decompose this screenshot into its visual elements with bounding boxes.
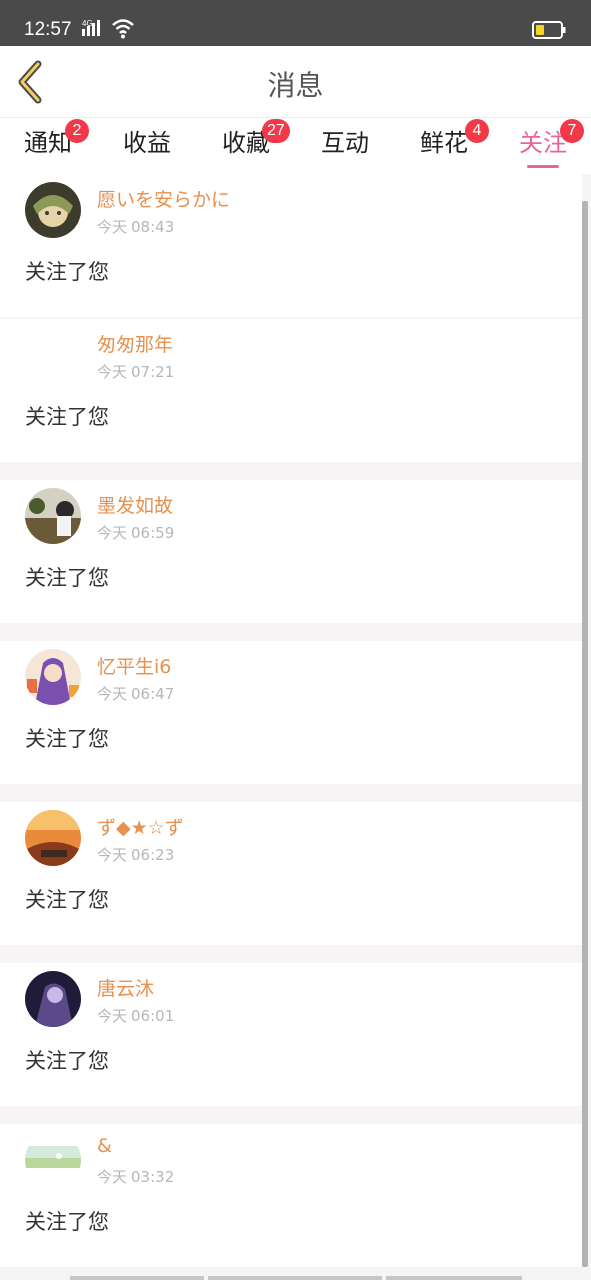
nav-bar-segment [208, 1276, 382, 1280]
app-header: 消息 [0, 46, 591, 118]
username[interactable]: ず◆★☆ず [97, 813, 184, 840]
page-title: 消息 [267, 69, 324, 102]
tab-label: 收益 [123, 129, 171, 157]
tab-flowers[interactable]: 鲜花 4 [404, 119, 489, 170]
avatar[interactable] [25, 971, 81, 1027]
notification-list: 愿いを安らかに 今天 08:43 关注了您 匆匆那年 今天 07:21 关注了您 墨… [0, 174, 591, 1280]
tab-favorites[interactable]: 收藏 27 [206, 119, 290, 170]
timestamp: 今天 08:43 [97, 218, 175, 236]
action-text: 关注了您 [25, 566, 109, 590]
timestamp: 今天 03:32 [97, 1168, 175, 1186]
action-text: 关注了您 [25, 1049, 109, 1073]
tab-badge: 7 [560, 119, 584, 143]
tab-earnings[interactable]: 收益 [107, 126, 187, 170]
username[interactable]: & [97, 1135, 112, 1157]
list-item[interactable]: ず◆★☆ず 今天 06:23 关注了您 [0, 802, 582, 945]
tab-badge: 27 [262, 119, 290, 143]
tab-label: 互动 [321, 129, 369, 157]
tab-follows[interactable]: 关注 7 [503, 119, 584, 170]
avatar[interactable] [25, 810, 81, 866]
active-tab-indicator [527, 165, 559, 168]
action-text: 关注了您 [25, 405, 109, 429]
username[interactable]: 忆平生i6 [97, 652, 171, 679]
username[interactable]: 愿いを安らかに [97, 185, 230, 212]
signal-icon: 4G [82, 19, 100, 36]
avatar[interactable] [25, 1132, 81, 1188]
timestamp: 今天 06:01 [97, 1007, 175, 1025]
tab-badge: 2 [65, 119, 89, 143]
username[interactable]: 唐云沐 [97, 974, 154, 1001]
status-time: 12:57 [24, 19, 72, 40]
timestamp: 今天 06:23 [97, 846, 175, 864]
tab-bar: 通知 2 收益 收藏 27 互动 鲜花 4 关注 7 [0, 118, 591, 174]
action-text: 关注了您 [25, 727, 109, 751]
nav-bar-segment [386, 1276, 522, 1280]
action-text: 关注了您 [25, 888, 109, 912]
avatar[interactable] [25, 182, 81, 238]
action-text: 关注了您 [25, 1210, 109, 1234]
timestamp: 今天 07:21 [97, 363, 175, 381]
timestamp: 今天 06:47 [97, 685, 175, 703]
list-item[interactable]: 唐云沐 今天 06:01 关注了您 [0, 963, 582, 1106]
tab-badge: 4 [465, 119, 489, 143]
status-bar: 12:57 4G [0, 0, 591, 46]
wifi-icon [112, 19, 134, 39]
scrollbar[interactable] [582, 201, 588, 1267]
avatar[interactable] [25, 649, 81, 705]
avatar[interactable] [25, 488, 81, 544]
username[interactable]: 墨发如故 [97, 491, 173, 518]
list-item[interactable]: & 今天 03:32 关注了您 [0, 1124, 582, 1267]
battery-icon [532, 21, 566, 39]
timestamp: 今天 06:59 [97, 524, 175, 542]
list-item[interactable]: 匆匆那年 今天 07:21 关注了您 [0, 319, 582, 462]
tab-notifications[interactable]: 通知 2 [8, 119, 89, 170]
list-item[interactable]: 愿いを安らかに 今天 08:43 关注了您 [0, 174, 582, 317]
nav-bar-segment [70, 1276, 204, 1280]
username[interactable]: 匆匆那年 [97, 330, 173, 357]
avatar[interactable] [25, 327, 81, 383]
action-text: 关注了您 [25, 260, 109, 284]
list-item[interactable]: 墨发如故 今天 06:59 关注了您 [0, 480, 582, 623]
list-item[interactable]: 忆平生i6 今天 06:47 关注了您 [0, 641, 582, 784]
tab-interactions[interactable]: 互动 [305, 126, 385, 170]
